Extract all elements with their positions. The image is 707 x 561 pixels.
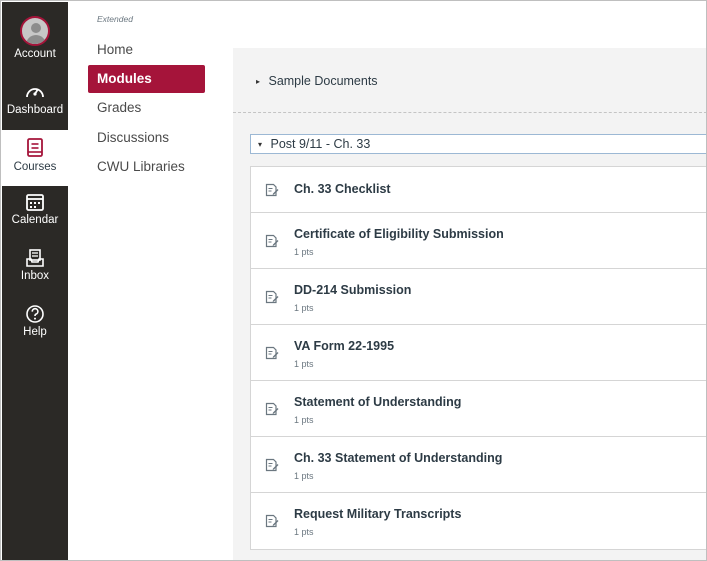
course-nav-grades[interactable]: Grades — [88, 94, 205, 122]
assignment-icon — [265, 402, 279, 416]
module-item-points: 1 pts — [294, 247, 314, 257]
module-item-title[interactable]: Statement of Understanding — [294, 395, 461, 409]
global-nav-dashboard[interactable]: Dashboard — [2, 82, 68, 116]
module-item-points: 1 pts — [294, 303, 314, 313]
global-nav-account[interactable]: Account — [2, 16, 68, 60]
global-nav: Account Dashboard Courses Calendar Inbox… — [2, 2, 68, 560]
course-nav: Extended Home Modules Grades Discussions… — [68, 2, 233, 560]
caret-right-icon: ▸ — [255, 77, 260, 86]
module-item-title[interactable]: Certificate of Eligibility Submission — [294, 227, 504, 241]
module-item[interactable]: Certificate of Eligibility Submission 1 … — [251, 213, 706, 269]
course-nav-discussions[interactable]: Discussions — [88, 124, 205, 152]
assignment-icon — [265, 234, 279, 248]
module-item-title[interactable]: Ch. 33 Statement of Understanding — [294, 451, 502, 465]
app-frame: Account Dashboard Courses Calendar Inbox… — [0, 0, 707, 561]
global-nav-label: Inbox — [20, 270, 50, 282]
global-nav-label: Help — [23, 326, 47, 338]
assignment-icon — [265, 514, 279, 528]
global-nav-help[interactable]: Help — [2, 304, 68, 338]
assignment-icon — [265, 183, 279, 197]
module-title: Post 9/11 - Ch. 33 — [270, 137, 371, 151]
module-item-title[interactable]: DD-214 Submission — [294, 283, 411, 297]
global-nav-calendar[interactable]: Calendar — [2, 192, 68, 226]
module-item[interactable]: Ch. 33 Checklist — [251, 167, 706, 213]
course-nav-home[interactable]: Home — [88, 36, 205, 64]
module-item-points: 1 pts — [294, 527, 314, 537]
module-item-title[interactable]: VA Form 22-1995 — [294, 339, 394, 353]
module-item-points: 1 pts — [294, 471, 314, 481]
global-nav-label: Courses — [13, 161, 57, 173]
assignment-icon — [265, 290, 279, 304]
global-nav-inbox[interactable]: Inbox — [2, 248, 68, 282]
account-avatar-icon — [20, 16, 50, 46]
caret-down-icon: ▾ — [257, 140, 262, 149]
module-item[interactable]: Statement of Understanding 1 pts — [251, 381, 706, 437]
module-divider — [233, 112, 706, 113]
module-item[interactable]: Request Military Transcripts 1 pts — [251, 493, 706, 549]
module-item-points: 1 pts — [294, 359, 314, 369]
module-item-points: 1 pts — [294, 415, 314, 425]
global-nav-label: Calendar — [11, 214, 59, 226]
course-nav-modules[interactable]: Modules — [88, 65, 205, 93]
module-header-post-911[interactable]: ▾ Post 9/11 - Ch. 33 — [250, 134, 706, 154]
content-top-bar — [233, 2, 706, 48]
module-item-title[interactable]: Ch. 33 Checklist — [294, 182, 391, 196]
course-nav-cwu-libraries[interactable]: CWU Libraries — [88, 153, 205, 181]
module-item[interactable]: DD-214 Submission 1 pts — [251, 269, 706, 325]
modules-content: ▸ Sample Documents ▾ Post 9/11 - Ch. 33 … — [233, 2, 706, 560]
module-item-title[interactable]: Request Military Transcripts — [294, 507, 461, 521]
gauge-icon — [26, 88, 44, 98]
assignment-icon — [265, 346, 279, 360]
book-icon — [27, 138, 43, 157]
global-nav-label: Dashboard — [6, 104, 64, 116]
module-item[interactable]: Ch. 33 Statement of Understanding 1 pts — [251, 437, 706, 493]
assignment-icon — [265, 458, 279, 472]
course-term: Extended — [97, 14, 133, 24]
calendar-icon — [26, 194, 44, 211]
global-nav-label: Account — [14, 48, 56, 60]
module-title: Sample Documents — [268, 74, 378, 88]
module-item[interactable]: VA Form 22-1995 1 pts — [251, 325, 706, 381]
question-circle-icon — [26, 305, 44, 323]
global-nav-courses[interactable]: Courses — [2, 130, 68, 186]
module-items-list: Ch. 33 Checklist Certificate of Eligibil… — [250, 166, 706, 550]
inbox-icon — [26, 249, 44, 267]
module-header-sample-documents[interactable]: ▸ Sample Documents — [233, 70, 706, 92]
